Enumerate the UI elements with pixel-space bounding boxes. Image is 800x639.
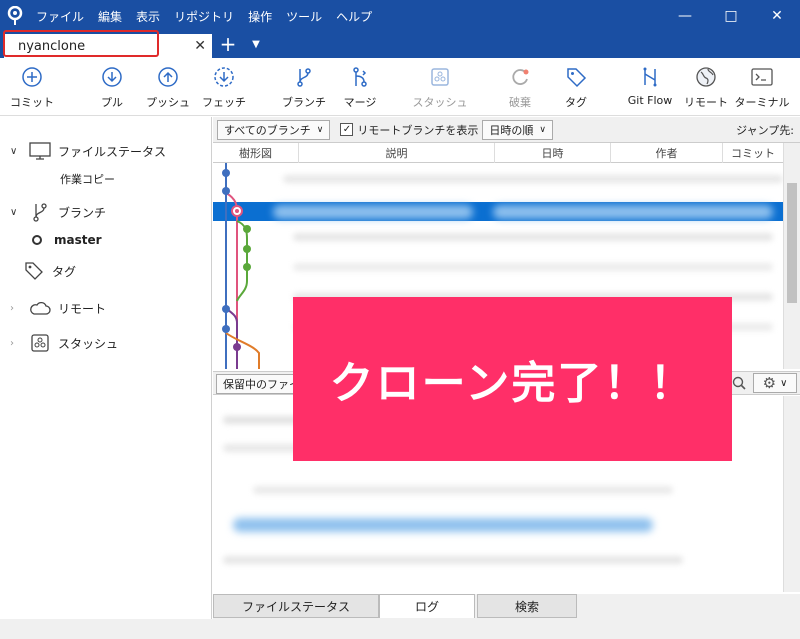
chevron-down-icon: ∨ bbox=[780, 377, 788, 389]
gear-icon: ⚙ bbox=[762, 374, 777, 392]
chevron-right-icon[interactable]: › bbox=[10, 303, 22, 314]
status-strip bbox=[0, 619, 800, 639]
show-remote-branches-checkbox[interactable]: ✓ リモートブランチを表示 bbox=[340, 122, 478, 138]
menu-help[interactable]: ヘルプ bbox=[336, 8, 372, 25]
plus-circle-icon bbox=[21, 64, 43, 90]
branch-icon bbox=[293, 64, 315, 90]
gitflow-icon bbox=[639, 64, 661, 90]
commit-button[interactable]: コミット bbox=[2, 64, 62, 112]
minimize-button[interactable]: — bbox=[662, 0, 708, 32]
commit-list-scrollbar[interactable] bbox=[783, 143, 800, 369]
merge-button[interactable]: マージ bbox=[330, 64, 390, 112]
fetch-button[interactable]: フェッチ bbox=[194, 64, 254, 112]
menu-view[interactable]: 表示 bbox=[136, 8, 160, 25]
column-date[interactable]: 日時 bbox=[495, 143, 611, 163]
column-author[interactable]: 作者 bbox=[611, 143, 723, 163]
terminal-button[interactable]: ターミナル bbox=[732, 64, 792, 112]
push-button[interactable]: プッシュ bbox=[138, 64, 198, 112]
main-toolbar: コミット プル プッシュ フェッチ ブランチ マージ スタッシュ 破棄 タグ G… bbox=[0, 58, 800, 116]
scrollbar-thumb[interactable] bbox=[787, 183, 797, 303]
fetch-dashed-circle-icon bbox=[213, 64, 235, 90]
globe-icon bbox=[695, 64, 717, 90]
sourcetree-logo-icon bbox=[0, 0, 30, 32]
tab-close-icon[interactable]: ✕ bbox=[194, 38, 206, 54]
sidebar-item-tags[interactable]: タグ bbox=[16, 259, 76, 283]
menu-tools[interactable]: ツール bbox=[286, 8, 322, 25]
view-tabs: ファイルステータス ログ 検索 bbox=[213, 594, 800, 619]
chevron-down-icon[interactable]: ∨ bbox=[10, 207, 22, 218]
column-commit[interactable]: コミット bbox=[723, 143, 783, 163]
remote-button[interactable]: リモート bbox=[676, 64, 736, 112]
arrow-down-circle-icon bbox=[101, 64, 123, 90]
terminal-icon bbox=[751, 64, 773, 90]
tab-search[interactable]: 検索 bbox=[477, 594, 577, 618]
stash-button[interactable]: スタッシュ bbox=[410, 64, 470, 112]
commit-list-header: 樹形図 説明 日時 作者 コミット bbox=[213, 143, 783, 163]
jump-to-label: ジャンプ先: bbox=[736, 124, 794, 137]
pull-button[interactable]: プル bbox=[82, 64, 142, 112]
branch-graph-lines bbox=[222, 163, 260, 369]
sidebar-item-master[interactable]: master bbox=[32, 228, 102, 252]
gitflow-button[interactable]: Git Flow bbox=[620, 64, 680, 112]
chevron-down-icon: ∨ bbox=[316, 124, 324, 135]
discard-icon bbox=[509, 64, 531, 90]
chevron-down-icon[interactable]: ∨ bbox=[10, 146, 22, 157]
tab-highlight-box bbox=[3, 30, 159, 57]
settings-dropdown[interactable]: ⚙ ∨ bbox=[753, 373, 797, 393]
sidebar-item-working-copy[interactable]: 作業コピー bbox=[54, 167, 115, 191]
chevron-right-icon[interactable]: › bbox=[10, 338, 22, 349]
clone-complete-banner: クローン完了！！ bbox=[293, 297, 732, 461]
sidebar-item-stashes[interactable]: › スタッシュ bbox=[0, 331, 118, 355]
tag-icon bbox=[565, 64, 587, 90]
new-tab-button[interactable]: + bbox=[218, 32, 238, 56]
menu-actions[interactable]: 操作 bbox=[248, 8, 272, 25]
stash-icon bbox=[28, 332, 52, 354]
maximize-button[interactable]: □ bbox=[708, 0, 754, 32]
sidebar-item-branches[interactable]: ∨ ブランチ bbox=[0, 200, 106, 224]
discard-button[interactable]: 破棄 bbox=[490, 64, 550, 112]
tab-file-status[interactable]: ファイルステータス bbox=[213, 594, 379, 618]
checkmark-icon: ✓ bbox=[340, 123, 354, 136]
sort-order-dropdown[interactable]: 日時の順 ∨ bbox=[482, 119, 553, 140]
current-branch-icon bbox=[32, 235, 42, 245]
log-filter-bar: すべてのブランチ ∨ ✓ リモートブランチを表示 日時の順 ∨ ジャンプ先: bbox=[213, 117, 800, 143]
chevron-down-icon: ∨ bbox=[539, 124, 546, 135]
arrow-up-circle-icon bbox=[157, 64, 179, 90]
tag-button[interactable]: タグ bbox=[546, 64, 606, 112]
tag-icon bbox=[22, 260, 46, 282]
sidebar-item-remotes[interactable]: › リモート bbox=[0, 296, 106, 320]
column-graph[interactable]: 樹形図 bbox=[213, 143, 299, 163]
branch-button[interactable]: ブランチ bbox=[274, 64, 334, 112]
merge-icon bbox=[349, 64, 371, 90]
menu-repository[interactable]: リポジトリ bbox=[174, 8, 234, 25]
menu-file[interactable]: ファイル bbox=[36, 8, 84, 25]
column-description[interactable]: 説明 bbox=[299, 143, 495, 163]
branch-icon bbox=[28, 201, 52, 223]
window-controls: — □ ✕ bbox=[662, 0, 800, 32]
stash-icon bbox=[429, 64, 451, 90]
file-changes-scrollbar[interactable] bbox=[783, 396, 800, 592]
monitor-icon bbox=[28, 140, 52, 162]
sidebar-item-file-status[interactable]: ∨ ファイルステータス bbox=[0, 139, 166, 163]
menu-edit[interactable]: 編集 bbox=[98, 8, 122, 25]
cloud-icon bbox=[28, 297, 52, 319]
sidebar: ∨ ファイルステータス 作業コピー ∨ ブランチ master タグ › リモー… bbox=[0, 117, 212, 639]
tab-list-dropdown[interactable]: ▼ bbox=[248, 32, 264, 56]
close-window-button[interactable]: ✕ bbox=[754, 0, 800, 32]
branch-filter-dropdown[interactable]: すべてのブランチ ∨ bbox=[217, 119, 331, 140]
menu-bar: ファイル 編集 表示 リポジトリ 操作 ツール ヘルプ bbox=[36, 8, 372, 25]
tab-log[interactable]: ログ bbox=[379, 594, 475, 618]
title-bar: ファイル 編集 表示 リポジトリ 操作 ツール ヘルプ — □ ✕ bbox=[0, 0, 800, 32]
